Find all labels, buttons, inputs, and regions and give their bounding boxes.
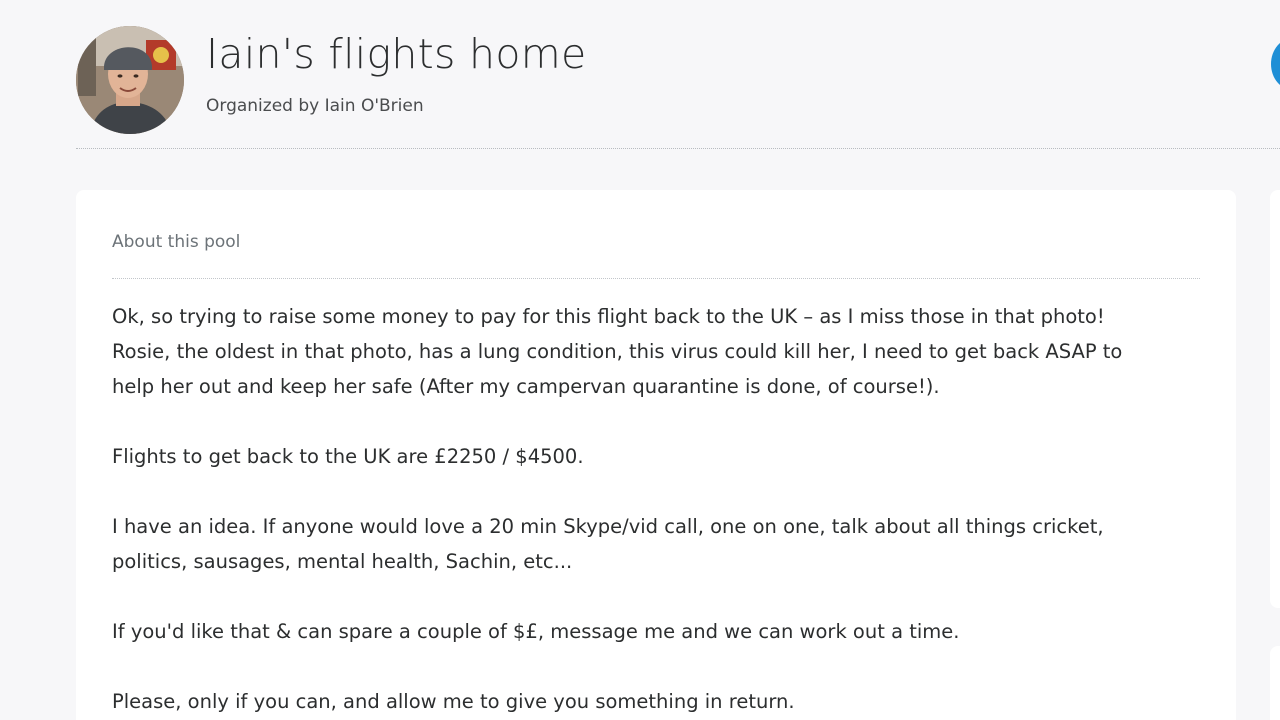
description-paragraph: Ok, so trying to raise some money to pay… bbox=[112, 299, 1212, 404]
description-line: Ok, so trying to raise some money to pay… bbox=[112, 305, 1105, 328]
description-line: Please, only if you can, and allow me to… bbox=[112, 690, 795, 713]
about-heading: About this pool bbox=[112, 232, 241, 252]
header-divider bbox=[76, 148, 1280, 149]
pool-header: Iain's flights home Organized by Iain O'… bbox=[76, 24, 1280, 150]
pool-page: Iain's flights home Organized by Iain O'… bbox=[0, 0, 1280, 720]
about-card: About this pool Ok, so trying to raise s… bbox=[76, 190, 1236, 720]
organizer-avatar bbox=[76, 26, 184, 134]
description-line: Flights to get back to the UK are £2250 … bbox=[112, 445, 584, 468]
description-line: If you'd like that & can spare a couple … bbox=[112, 620, 960, 643]
description-paragraph: I have an idea. If anyone would love a 2… bbox=[112, 509, 1212, 579]
description-paragraph: If you'd like that & can spare a couple … bbox=[112, 614, 1212, 649]
description-paragraph: Please, only if you can, and allow me to… bbox=[112, 684, 1212, 719]
contribution-panel bbox=[1270, 190, 1280, 608]
about-description: Ok, so trying to raise some money to pay… bbox=[112, 299, 1212, 720]
description-line: help her out and keep her safe (After my… bbox=[112, 375, 940, 398]
description-line: I have an idea. If anyone would love a 2… bbox=[112, 515, 1104, 538]
organizer-name: Organized by Iain O'Brien bbox=[206, 96, 424, 116]
about-divider bbox=[112, 278, 1200, 279]
page-title: Iain's flights home bbox=[206, 30, 587, 78]
avatar-photo bbox=[76, 26, 184, 134]
secondary-panel bbox=[1270, 646, 1280, 720]
description-line: politics, sausages, mental health, Sachi… bbox=[112, 550, 573, 573]
description-paragraph: Flights to get back to the UK are £2250 … bbox=[112, 439, 1212, 474]
description-line: Rosie, the oldest in that photo, has a l… bbox=[112, 340, 1123, 363]
